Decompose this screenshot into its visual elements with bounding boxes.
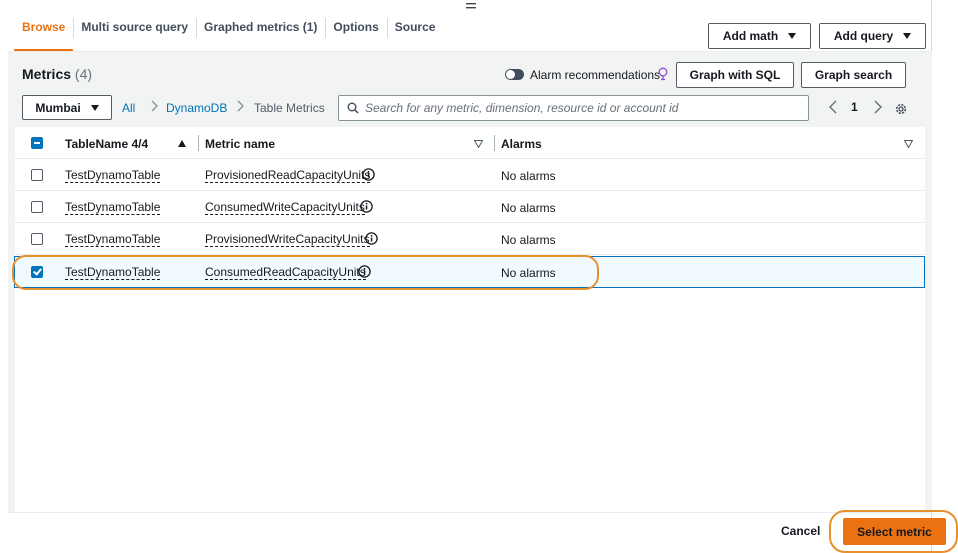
column-divider [198,135,199,151]
tab-browse[interactable]: Browse [14,14,74,52]
chevron-left-icon[interactable] [827,99,839,115]
add-math-label: Add math [722,29,779,43]
table-row[interactable]: TestDynamoTable ProvisionedWriteCapacity… [15,223,925,255]
row-checkbox[interactable] [31,169,43,181]
tab-graphed-metrics[interactable]: Graphed metrics (1) [196,14,325,52]
metrics-title: Metrics [22,66,72,82]
column-header-tablename[interactable]: TableName 4/4 [65,137,148,151]
footer-divider [8,512,932,513]
metrics-count: (4) [74,66,93,82]
search-icon [347,102,359,114]
alarms-cell: No alarms [501,233,556,247]
alarm-recommendations-toggle[interactable] [505,69,524,80]
metric-name-link[interactable]: ConsumedReadCapacityUnits [205,266,366,280]
table-row[interactable]: TestDynamoTable ProvisionedReadCapacityU… [15,159,925,191]
info-icon[interactable] [358,265,371,278]
chevron-down-icon [90,104,99,111]
tab-bar: Browse Multi source query Graphed metric… [14,14,443,52]
info-icon[interactable] [365,232,378,245]
row-checkbox[interactable] [31,266,43,278]
table-name-link[interactable]: TestDynamoTable [65,169,161,183]
chevron-right-icon [151,100,158,112]
tab-source[interactable]: Source [386,14,444,52]
sort-ascending-icon[interactable] [178,140,186,147]
lightbulb-icon[interactable] [658,67,668,81]
row-checkbox[interactable] [31,233,43,245]
alarm-recommendations-label: Alarm recommendations [530,68,661,82]
info-icon[interactable] [360,200,373,213]
breadcrumb-dynamodb[interactable]: DynamoDB [166,101,227,115]
add-query-button[interactable]: Add query [819,23,926,49]
graph-search-button[interactable]: Graph search [801,62,906,88]
table-name-link[interactable]: TestDynamoTable [65,233,161,247]
cancel-button[interactable]: Cancel [781,524,820,538]
chevron-down-icon [903,33,912,39]
metric-search-input[interactable] [365,100,795,116]
region-label: Mumbai [35,100,81,115]
alarms-cell: No alarms [501,266,556,280]
metrics-table: TableName 4/4 Metric name Alarms TestDyn… [14,127,925,512]
alarms-cell: No alarms [501,201,556,215]
row-checkbox[interactable] [31,201,43,213]
select-metric-button[interactable]: Select metric [843,518,946,545]
breadcrumb-table-metrics: Table Metrics [254,101,325,115]
table-row[interactable]: TestDynamoTable ConsumedWriteCapacityUni… [15,191,925,223]
table-name-link[interactable]: TestDynamoTable [65,201,161,215]
tab-options[interactable]: Options [325,14,386,52]
tab-multi-source-query[interactable]: Multi source query [73,14,196,52]
graph-with-sql-button[interactable]: Graph with SQL [676,62,794,88]
region-dropdown[interactable]: Mumbai [22,95,112,120]
alarms-cell: No alarms [501,169,556,183]
info-icon[interactable] [362,168,375,181]
metric-name-link[interactable]: ProvisionedWriteCapacityUnits [205,233,370,247]
table-row-selected[interactable]: TestDynamoTable ConsumedReadCapacityUnit… [14,256,925,288]
chevron-right-icon [237,100,244,112]
filter-triangle-icon[interactable] [474,140,483,148]
add-math-button[interactable]: Add math [708,23,811,49]
table-name-link[interactable]: TestDynamoTable [65,266,161,280]
metric-search [338,95,809,121]
table-header: TableName 4/4 Metric name Alarms [15,127,925,159]
metrics-heading: Metrics (4) [22,66,92,82]
chevron-right-icon[interactable] [872,99,884,115]
column-header-alarms[interactable]: Alarms [501,137,542,151]
chevron-down-icon [788,33,797,39]
drag-handle-icon[interactable] [466,0,476,12]
settings-gear-icon[interactable] [894,102,908,116]
page-number[interactable]: 1 [851,100,858,114]
metric-name-link[interactable]: ProvisionedReadCapacityUnits [205,169,371,183]
column-divider [494,135,495,151]
filter-triangle-icon[interactable] [904,140,913,148]
select-all-checkbox[interactable] [31,137,43,149]
metric-name-link[interactable]: ConsumedWriteCapacityUnits [205,201,365,215]
breadcrumb-all[interactable]: All [122,101,135,115]
column-header-metric-name[interactable]: Metric name [205,137,275,151]
add-query-label: Add query [833,29,894,43]
